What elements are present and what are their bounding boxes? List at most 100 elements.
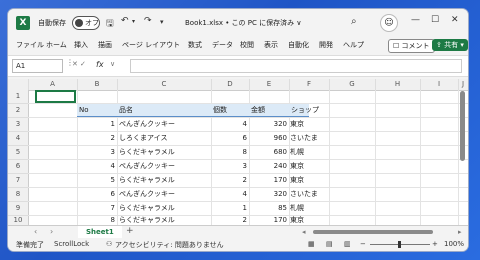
cell-qty[interactable]: 4	[211, 188, 247, 201]
row-header-3[interactable]: 3	[8, 118, 29, 132]
cell-no[interactable]: 5	[77, 174, 115, 187]
cell-no[interactable]: 6	[77, 188, 115, 201]
page-layout-view-icon[interactable]: ▤	[326, 240, 333, 248]
row-header-9[interactable]: 9	[8, 202, 29, 216]
worksheet-grid[interactable]: A B C D E F G H I J 1 2 3 4 5 6 7 8 9 10	[8, 79, 468, 225]
row-header-5[interactable]: 5	[8, 146, 29, 160]
header-name[interactable]: 品名	[119, 104, 209, 117]
cell-no[interactable]: 2	[77, 132, 115, 145]
status-accessibility[interactable]: アクセシビリティ: 問題ありません	[115, 240, 224, 250]
cell-qty[interactable]: 3	[211, 160, 247, 173]
row-header-8[interactable]: 8	[8, 188, 29, 202]
cell-name[interactable]: らくだキャラメル	[119, 174, 211, 187]
tab-data[interactable]: データ	[212, 40, 233, 50]
cell-shop[interactable]: 札幌	[290, 146, 328, 159]
cell-name[interactable]: らくだキャラメル	[119, 146, 211, 159]
autosave-toggle[interactable]: オフ	[72, 16, 100, 30]
prev-sheet-icon[interactable]: ‹	[34, 227, 37, 236]
col-header-j[interactable]: J	[458, 79, 468, 90]
add-sheet-button[interactable]: +	[126, 226, 134, 236]
cell-no[interactable]: 4	[77, 160, 115, 173]
header-amount[interactable]: 金額	[251, 104, 287, 117]
cell-shop[interactable]: 東京	[290, 214, 328, 225]
cell-name[interactable]: ぺんぎんクッキー	[119, 188, 211, 201]
formula-input[interactable]	[130, 59, 462, 73]
col-header-a[interactable]: A	[28, 79, 78, 90]
col-header-b[interactable]: B	[77, 79, 118, 90]
row-header-7[interactable]: 7	[8, 174, 29, 188]
cell-name[interactable]: ぺんぎんクッキー	[119, 160, 211, 173]
enter-icon[interactable]: ✓	[80, 60, 86, 68]
header-shop[interactable]: ショップ	[291, 104, 329, 117]
cell-amount[interactable]: 320	[249, 188, 287, 201]
status-scroll-lock[interactable]: ScrollLock	[54, 240, 89, 248]
col-header-e[interactable]: E	[249, 79, 290, 90]
row-header-10[interactable]: 10	[8, 216, 29, 225]
cell-qty[interactable]: 2	[211, 174, 247, 187]
header-qty[interactable]: 個数	[213, 104, 247, 117]
cancel-icon[interactable]: ✕	[72, 60, 78, 68]
row-header-6[interactable]: 6	[8, 160, 29, 174]
cell-shop[interactable]: さいたま	[290, 188, 328, 201]
horizontal-scrollbar[interactable]	[313, 230, 433, 234]
zoom-level[interactable]: 100%	[444, 240, 464, 248]
cell-shop[interactable]: 東京	[290, 160, 328, 173]
cell-no[interactable]: 3	[77, 146, 115, 159]
vertical-scrollbar[interactable]	[460, 91, 465, 161]
document-title[interactable]: Book1.xlsx • この PC に保存済み ∨	[185, 18, 301, 28]
close-icon[interactable]: ✕	[451, 15, 459, 25]
insert-function-icon[interactable]: fx	[96, 60, 104, 69]
undo-icon[interactable]: ↶	[121, 16, 129, 26]
tab-help[interactable]: ヘルプ	[343, 40, 364, 50]
normal-view-icon[interactable]: ▦	[308, 240, 315, 248]
tab-insert[interactable]: 挿入	[74, 40, 88, 50]
cell-amount[interactable]: 680	[249, 146, 287, 159]
tab-draw[interactable]: 描画	[98, 40, 112, 50]
page-break-view-icon[interactable]: ▥	[344, 240, 351, 248]
col-header-d[interactable]: D	[211, 79, 250, 90]
fx-dropdown-icon[interactable]: ∨	[110, 60, 115, 68]
row-header-4[interactable]: 4	[8, 132, 29, 146]
scroll-left-icon[interactable]: ◂	[302, 228, 306, 236]
zoom-out-icon[interactable]: −	[360, 240, 366, 248]
scroll-right-icon[interactable]: ▸	[458, 228, 462, 236]
undo-dropdown-icon[interactable]: ▾	[132, 18, 135, 25]
cell-amount[interactable]: 170	[249, 214, 287, 225]
cell-qty[interactable]: 2	[211, 214, 247, 225]
cell-shop[interactable]: 東京	[290, 118, 328, 131]
cell-qty[interactable]: 6	[211, 132, 247, 145]
row-header-2[interactable]: 2	[8, 104, 29, 118]
cell-name[interactable]: しろくまアイス	[119, 132, 211, 145]
tab-page-layout[interactable]: ページ レイアウト	[122, 40, 180, 50]
col-header-i[interactable]: I	[420, 79, 459, 90]
maximize-icon[interactable]: ☐	[431, 15, 439, 25]
tab-view[interactable]: 表示	[264, 40, 278, 50]
cell-amount[interactable]: 240	[249, 160, 287, 173]
selected-cell-a1[interactable]	[35, 90, 76, 103]
share-button[interactable]: ⇪ 共有 ▾	[432, 39, 468, 51]
cell-amount[interactable]: 960	[249, 132, 287, 145]
header-no[interactable]: No	[79, 104, 115, 117]
comment-button[interactable]: ☐ コメント	[388, 39, 435, 53]
tab-review[interactable]: 校閲	[240, 40, 254, 50]
zoom-in-icon[interactable]: +	[432, 240, 438, 248]
cell-name[interactable]: ぺんぎんクッキー	[119, 118, 211, 131]
tab-formulas[interactable]: 数式	[188, 40, 202, 50]
cell-shop[interactable]: 東京	[290, 174, 328, 187]
next-sheet-icon[interactable]: ›	[50, 227, 53, 236]
tab-file[interactable]: ファイル	[16, 40, 44, 50]
col-header-f[interactable]: F	[289, 79, 330, 90]
cell-no[interactable]: 1	[77, 118, 115, 131]
col-header-h[interactable]: H	[375, 79, 421, 90]
redo-icon[interactable]: ↷	[144, 16, 152, 26]
customize-toolbar-icon[interactable]: ▾	[160, 18, 164, 26]
tab-developer[interactable]: 開発	[319, 40, 333, 50]
minimize-icon[interactable]: —	[411, 15, 420, 25]
avatar[interactable]: ☺	[380, 14, 398, 32]
col-header-g[interactable]: G	[329, 79, 376, 90]
row-header-1[interactable]: 1	[8, 90, 29, 104]
tab-home[interactable]: ホーム	[46, 40, 67, 50]
tab-automate[interactable]: 自動化	[288, 40, 309, 50]
cell-amount[interactable]: 170	[249, 174, 287, 187]
cell-no[interactable]: 8	[77, 214, 115, 225]
